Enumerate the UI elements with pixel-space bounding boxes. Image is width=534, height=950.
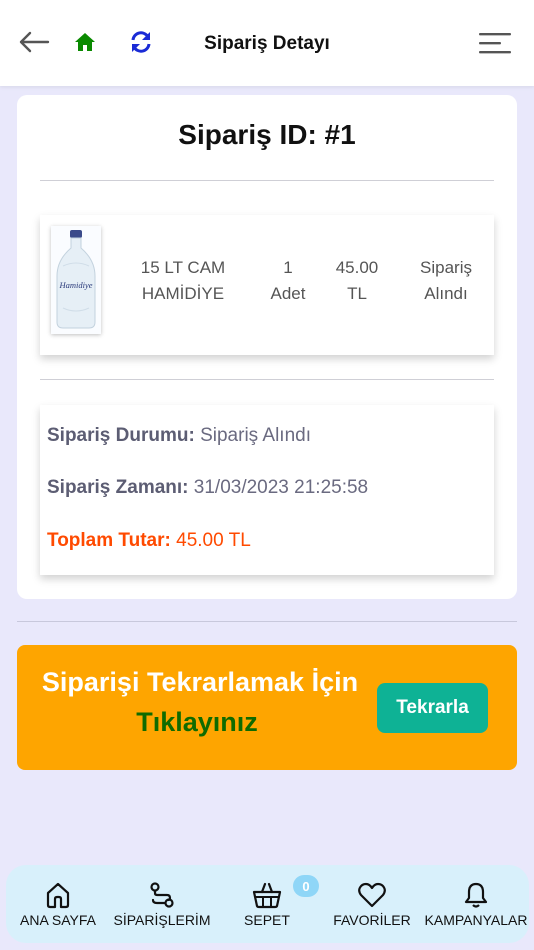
order-status-row: Sipariş Durumu: Sipariş Alındı (47, 425, 311, 447)
repeat-order-button[interactable]: Tekrarla (377, 683, 488, 733)
divider (40, 379, 494, 380)
order-time-value: 31/03/2023 21:25:58 (193, 477, 369, 498)
repeat-order-banner: Siparişi Tekrarlamak İçin Tıklayınız Tek… (17, 645, 517, 770)
order-total-value: 45.00 TL (176, 530, 251, 551)
heart-icon (358, 882, 386, 908)
product-brand-text: Hamidiye (58, 280, 92, 290)
nav-orders[interactable]: SİPARİŞLERİM (108, 865, 216, 943)
nav-label: SİPARİŞLERİM (113, 912, 211, 928)
nav-home[interactable]: ANA SAYFA (8, 865, 108, 943)
product-image: Hamidiye (51, 226, 101, 334)
divider (40, 180, 494, 181)
order-detail-card: Sipariş ID: #1 Hamidiye 15 LT CAM HAMİDİ… (17, 95, 517, 599)
product-price: 45.00 TL (335, 258, 379, 303)
order-status-value: Sipariş Alındı (200, 425, 311, 446)
order-id-heading: Sipariş ID: #1 (178, 119, 356, 150)
home-outline-icon (46, 882, 70, 909)
bell-icon (464, 882, 488, 908)
order-time-row: Sipariş Zamanı: 31/03/2023 21:25:58 (47, 477, 368, 499)
order-status-label: Sipariş Durumu: (47, 425, 195, 446)
order-total-label: Toplam Tutar: (47, 530, 171, 551)
repeat-order-cta-text: Tıklayınız (136, 707, 258, 737)
order-total-row: Toplam Tutar: 45.00 TL (47, 530, 251, 552)
product-name: 15 LT CAM HAMİDİYE (140, 258, 226, 303)
nav-campaigns[interactable]: KAMPANYALAR (424, 865, 528, 943)
bottom-navigation: ANA SAYFA SİPARİŞLERİM SEPET 0 FAVORİLER… (6, 865, 529, 943)
order-summary: Sipariş Durumu: Sipariş Alındı Sipariş Z… (40, 405, 494, 575)
nav-label: FAVORİLER (333, 912, 411, 928)
cart-count-badge: 0 (293, 875, 319, 897)
repeat-order-text: Siparişi Tekrarlamak İçin (41, 667, 359, 697)
product-row: Hamidiye 15 LT CAM HAMİDİYE 1 Adet 45.00… (40, 215, 494, 355)
route-icon (150, 882, 174, 908)
section-divider (17, 621, 517, 622)
nav-label: KAMPANYALAR (424, 912, 528, 928)
product-status: Sipariş Alındı (420, 258, 472, 303)
page-title: Sipariş Detayı (204, 33, 330, 54)
nav-label: ANA SAYFA (20, 912, 96, 928)
header-bar: Sipariş Detayı (0, 0, 534, 86)
product-quantity: 1 Adet (270, 258, 306, 303)
basket-icon (252, 882, 282, 909)
order-time-label: Sipariş Zamanı: (47, 477, 189, 498)
nav-label: SEPET (244, 912, 290, 928)
menu-icon[interactable] (478, 32, 512, 59)
nav-favorites[interactable]: FAVORİLER (322, 865, 422, 943)
